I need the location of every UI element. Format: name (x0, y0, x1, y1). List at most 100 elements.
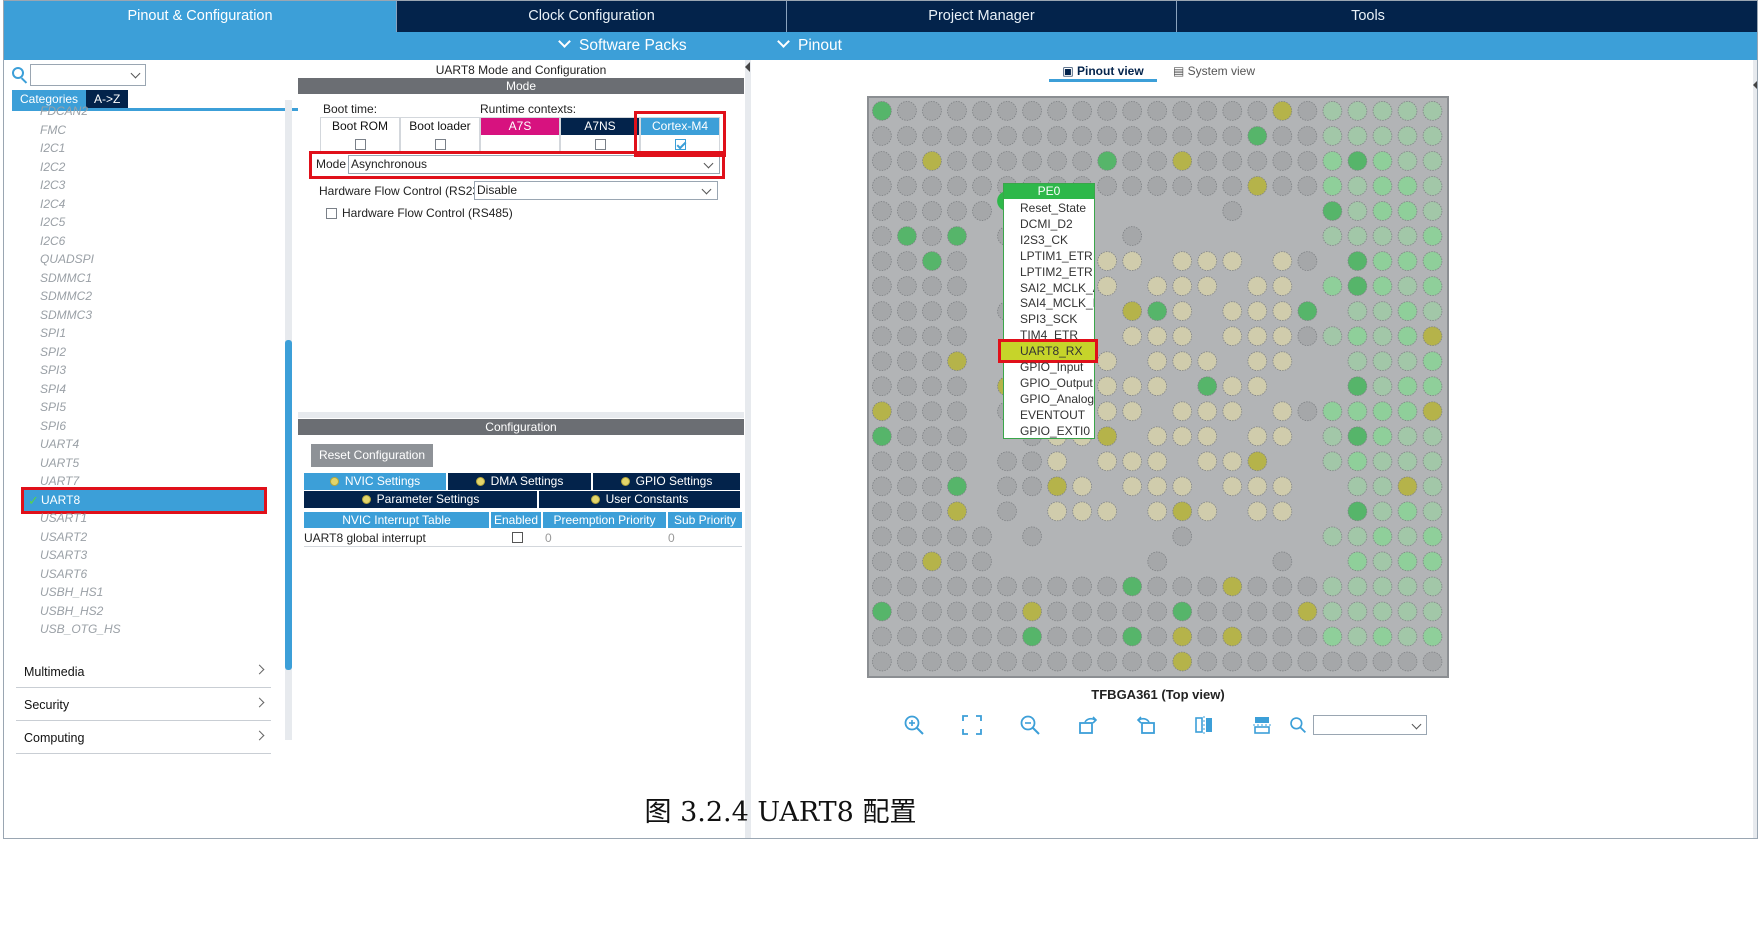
pin-ball[interactable] (922, 376, 942, 397)
pin-ball[interactable] (897, 351, 917, 372)
sidebar-item[interactable]: USART3 (40, 546, 87, 564)
pin-ball[interactable] (947, 476, 967, 497)
sidebar-item[interactable]: USBH_HS2 (40, 602, 103, 620)
pin-ball[interactable] (997, 126, 1017, 146)
pin-ball[interactable] (1097, 176, 1117, 196)
pin-ball[interactable] (1247, 451, 1268, 472)
pin-ball[interactable] (1422, 651, 1443, 672)
group-multimedia[interactable]: Multimedia (16, 658, 271, 688)
pin-ball[interactable] (1022, 101, 1042, 121)
pin-ball[interactable] (1222, 176, 1243, 196)
pin-ball[interactable] (1097, 451, 1117, 472)
pin-ball[interactable] (897, 451, 917, 472)
pin-ball[interactable] (1172, 176, 1193, 196)
pin-ball[interactable] (1172, 126, 1193, 146)
pin-ball[interactable] (997, 501, 1017, 522)
pin-ball[interactable] (922, 226, 942, 246)
pin-ball[interactable] (1197, 276, 1218, 296)
pin-ball[interactable] (1347, 401, 1368, 422)
pin-ball[interactable] (1322, 426, 1343, 447)
sidebar-item[interactable]: SPI2 (40, 343, 66, 361)
pin-ball[interactable] (1347, 501, 1368, 522)
pin-ball[interactable] (1247, 601, 1268, 622)
pin-ball[interactable] (1372, 576, 1393, 597)
pin-function-item[interactable]: TIM4_ETR (1020, 327, 1094, 343)
pin-ball[interactable] (1422, 251, 1443, 271)
pin-ball[interactable] (1147, 651, 1168, 672)
pin-ball[interactable] (1247, 351, 1268, 372)
pin-ball[interactable] (1297, 576, 1318, 597)
pin-ball[interactable] (1247, 326, 1268, 346)
sidebar-item[interactable]: UART5 (40, 454, 79, 472)
pin-ball[interactable] (1422, 476, 1443, 497)
pin-ball[interactable] (947, 226, 967, 246)
pin-ball[interactable] (1122, 401, 1143, 422)
pin-ball[interactable] (1347, 126, 1368, 146)
search-icon[interactable] (12, 67, 24, 79)
pin-ball[interactable] (1347, 651, 1368, 672)
pin-ball[interactable] (872, 526, 892, 547)
pin-ball[interactable] (1272, 651, 1293, 672)
pin-ball[interactable] (1422, 376, 1443, 397)
group-computing[interactable]: Computing (16, 724, 271, 754)
pin-function-item[interactable]: EVENTOUT (1020, 407, 1094, 423)
pin-ball[interactable] (1422, 351, 1443, 372)
pin-ball[interactable] (947, 451, 967, 472)
pin-search-combo[interactable] (1313, 715, 1427, 735)
pin-ball[interactable] (1347, 376, 1368, 397)
pin-ball[interactable] (947, 126, 967, 146)
pin-ball[interactable] (1197, 651, 1218, 672)
mode-select[interactable]: Asynchronous (348, 155, 720, 174)
pin-ball[interactable] (1047, 451, 1067, 472)
pin-ball[interactable] (1397, 576, 1418, 597)
pin-ball[interactable] (1297, 626, 1318, 647)
pin-function-item[interactable]: UART8_RX (1020, 343, 1094, 359)
pin-ball[interactable] (1347, 251, 1368, 271)
pin-ball[interactable] (1372, 226, 1393, 246)
pin-ball[interactable] (1147, 601, 1168, 622)
pin-ball[interactable] (1347, 101, 1368, 121)
pin-ball[interactable] (897, 401, 917, 422)
pin-ball[interactable] (947, 526, 967, 547)
pin-ball[interactable] (1422, 101, 1443, 121)
pin-ball[interactable] (1147, 576, 1168, 597)
pin-ball[interactable] (1322, 126, 1343, 146)
pin-function-item[interactable]: Reset_State (1020, 200, 1094, 216)
collapse-right-icon[interactable] (1753, 80, 1757, 90)
pin-ball[interactable] (1122, 126, 1143, 146)
pin-ball[interactable] (1322, 101, 1343, 121)
pin-ball[interactable] (897, 126, 917, 146)
pin-ball[interactable] (1372, 451, 1393, 472)
pin-ball[interactable] (1297, 326, 1318, 346)
pin-ball[interactable] (1097, 401, 1117, 422)
pin-ball[interactable] (1322, 626, 1343, 647)
pin-ball[interactable] (1322, 601, 1343, 622)
pin-ball[interactable] (947, 401, 967, 422)
pin-ball[interactable] (1422, 501, 1443, 522)
context-checkbox[interactable] (595, 139, 606, 150)
sub-priority-cell[interactable]: 0 (668, 530, 675, 546)
pin-ball[interactable] (1247, 176, 1268, 196)
pin-ball[interactable] (872, 301, 892, 321)
pin-ball[interactable] (1397, 426, 1418, 447)
pin-ball[interactable] (1322, 276, 1343, 296)
pin-ball[interactable] (1047, 501, 1067, 522)
pin-ball[interactable] (1047, 151, 1067, 171)
pin-ball[interactable] (1072, 651, 1092, 672)
pin-ball[interactable] (1397, 326, 1418, 346)
pin-ball[interactable] (922, 301, 942, 321)
pin-ball[interactable] (972, 151, 992, 171)
pin-ball[interactable] (922, 451, 942, 472)
pin-ball[interactable] (1422, 301, 1443, 321)
pin-ball[interactable] (1122, 226, 1143, 246)
reset-configuration-button[interactable]: Reset Configuration (311, 444, 433, 467)
pin-ball[interactable] (922, 501, 942, 522)
pin-ball[interactable] (1322, 401, 1343, 422)
pin-ball[interactable] (1022, 651, 1042, 672)
pin-ball[interactable] (1372, 651, 1393, 672)
pin-ball[interactable] (1272, 251, 1293, 271)
scroll-thumb[interactable] (285, 340, 292, 670)
pin-ball[interactable] (1397, 101, 1418, 121)
pin-ball[interactable] (1147, 426, 1168, 447)
pin-ball[interactable] (897, 526, 917, 547)
